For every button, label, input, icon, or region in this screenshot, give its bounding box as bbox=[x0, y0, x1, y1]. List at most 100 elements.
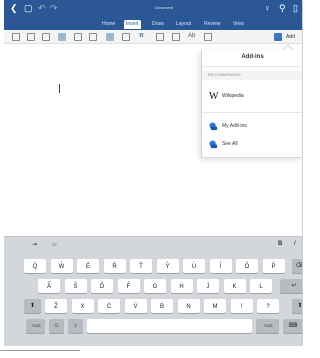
insert-ribbon: π Ab Add bbox=[4, 30, 302, 44]
comment-icon[interactable] bbox=[122, 33, 130, 41]
key-l[interactable]: " L bbox=[250, 279, 272, 293]
key-char: G bbox=[152, 284, 158, 290]
emoji-key[interactable]: ☺ bbox=[49, 319, 64, 333]
mic-key[interactable]: ♪ bbox=[68, 319, 83, 333]
tab-view[interactable]: View bbox=[231, 20, 246, 29]
tab-draw[interactable]: Draw bbox=[150, 20, 166, 29]
key-sym[interactable]: .? bbox=[257, 299, 279, 313]
text-style-button[interactable]: Ab bbox=[188, 32, 195, 41]
back-icon[interactable]: ❮ bbox=[10, 4, 18, 13]
key-r[interactable]: 4R bbox=[103, 259, 126, 273]
keyboard-hide-key[interactable]: ⌨ bbox=[283, 319, 302, 333]
key-h[interactable]: (H bbox=[170, 279, 193, 293]
tab-review[interactable]: Review bbox=[202, 20, 222, 29]
key-char: S bbox=[73, 284, 78, 290]
key-i[interactable]: 8I bbox=[209, 259, 232, 273]
space-key[interactable] bbox=[87, 319, 252, 333]
key-a[interactable]: @ A bbox=[38, 279, 60, 293]
key-j[interactable]: ) J bbox=[197, 279, 219, 293]
link-icon[interactable] bbox=[106, 33, 114, 41]
tab-home[interactable]: Home bbox=[100, 20, 117, 29]
field-icon[interactable] bbox=[204, 33, 212, 41]
key-sym[interactable]: ,! bbox=[230, 299, 253, 313]
my-addins-icon bbox=[209, 122, 218, 131]
key-char: O bbox=[244, 264, 250, 270]
key-f[interactable]: & F bbox=[117, 279, 140, 293]
page-break-icon[interactable] bbox=[12, 33, 20, 41]
header-footer-icon[interactable] bbox=[89, 33, 97, 41]
redo-icon[interactable]: ↷ bbox=[50, 4, 58, 13]
paste-icon[interactable]: ▱ bbox=[52, 241, 57, 248]
my-addins-item[interactable]: My Add-ins bbox=[202, 118, 302, 134]
bold-button[interactable]: B bbox=[278, 241, 282, 247]
key-q[interactable]: 1Q bbox=[24, 259, 46, 273]
see-all-item[interactable]: See All bbox=[202, 136, 302, 152]
addins-icon[interactable] bbox=[274, 33, 282, 41]
file-icon[interactable]: ▢ bbox=[24, 4, 33, 13]
key-o[interactable]: 9O bbox=[236, 259, 258, 273]
page-number-icon[interactable] bbox=[172, 33, 180, 41]
key-char: K bbox=[232, 284, 237, 290]
key-char: F bbox=[126, 284, 131, 290]
recommended-header: RECOMMENDED bbox=[202, 71, 302, 80]
footnote-icon[interactable] bbox=[156, 33, 164, 41]
numbers-key[interactable]: .?123 bbox=[26, 319, 45, 333]
numbers-key-right[interactable]: .?123 bbox=[256, 319, 279, 333]
app-window: ❮ ▢ ↶ ↷ Document ♀ ⚲ ▯ Home Insert Draw … bbox=[0, 0, 305, 358]
backspace-key[interactable]: ⌫ bbox=[292, 259, 302, 273]
tab-key-icon[interactable]: ⇥ bbox=[32, 241, 37, 248]
picture-icon[interactable] bbox=[42, 33, 50, 41]
divider bbox=[202, 66, 302, 67]
key-m[interactable]: :M bbox=[204, 299, 226, 313]
return-key[interactable]: ↵ bbox=[280, 279, 302, 293]
tab-insert[interactable]: Insert bbox=[124, 20, 141, 29]
title-bar: ❮ ▢ ↶ ↷ Document ♀ ⚲ ▯ Home Insert Draw … bbox=[4, 0, 302, 30]
key-y[interactable]: 6Y bbox=[156, 259, 179, 273]
key-b[interactable]: / B bbox=[151, 299, 173, 313]
my-addins-label: My Add-ins bbox=[222, 123, 247, 129]
ribbon-tabs: Home Insert Draw Layout Review View bbox=[4, 19, 302, 30]
key-w[interactable]: 2W bbox=[50, 259, 73, 273]
key-char: R bbox=[112, 264, 117, 270]
textbox-icon[interactable] bbox=[74, 33, 82, 41]
key-d[interactable]: $ D bbox=[91, 279, 113, 293]
key-char: ? bbox=[266, 304, 270, 310]
key-u[interactable]: 7U bbox=[183, 259, 205, 273]
tab-layout[interactable]: Layout bbox=[174, 20, 193, 29]
key-x[interactable]: -X bbox=[71, 299, 94, 313]
key-char: C bbox=[106, 304, 112, 310]
lightbulb-icon[interactable]: ♀ bbox=[264, 4, 271, 13]
wikipedia-icon: W bbox=[209, 91, 219, 102]
key-char: Q bbox=[32, 264, 38, 270]
wikipedia-item[interactable]: W Wikipedia bbox=[202, 88, 302, 104]
shapes-icon[interactable] bbox=[58, 33, 66, 41]
addins-button[interactable]: Add bbox=[286, 33, 295, 41]
key-char: E bbox=[85, 264, 90, 270]
key-z[interactable]: % Z bbox=[45, 299, 67, 313]
popover-title: Add-ins bbox=[241, 54, 264, 60]
key-g[interactable]: * G bbox=[144, 279, 166, 293]
undo-icon[interactable]: ↶ bbox=[38, 4, 46, 13]
key-k[interactable]: ' K bbox=[223, 279, 246, 293]
key-char: B bbox=[159, 304, 164, 310]
share-icon[interactable]: ▯ bbox=[293, 4, 298, 13]
table-icon[interactable] bbox=[27, 33, 35, 41]
key-e[interactable]: 3E bbox=[77, 259, 99, 273]
key-v[interactable]: = V bbox=[124, 299, 147, 313]
italic-button[interactable]: I bbox=[294, 241, 296, 247]
search-icon[interactable]: ⚲ bbox=[279, 4, 286, 13]
key-p[interactable]: 0P bbox=[262, 259, 285, 273]
device-frame: ❮ ▢ ↶ ↷ Document ♀ ⚲ ▯ Home Insert Draw … bbox=[4, 0, 303, 346]
key-char: N bbox=[186, 304, 191, 310]
key-s[interactable]: # S bbox=[64, 279, 87, 293]
key-n[interactable]: ; N bbox=[177, 299, 200, 313]
key-t[interactable]: 5T bbox=[130, 259, 152, 273]
key-c[interactable]: + C bbox=[98, 299, 120, 313]
addins-popover: Add-ins RECOMMENDED W Wikipedia My Add-i… bbox=[201, 50, 302, 158]
symbol-button[interactable]: π bbox=[139, 32, 144, 41]
shift-right-key[interactable]: ⬆ bbox=[292, 299, 302, 313]
key-char: A bbox=[46, 284, 51, 290]
shift-left-key[interactable]: ⬆ bbox=[24, 299, 41, 313]
divider bbox=[202, 112, 302, 113]
store-icon bbox=[209, 140, 218, 149]
